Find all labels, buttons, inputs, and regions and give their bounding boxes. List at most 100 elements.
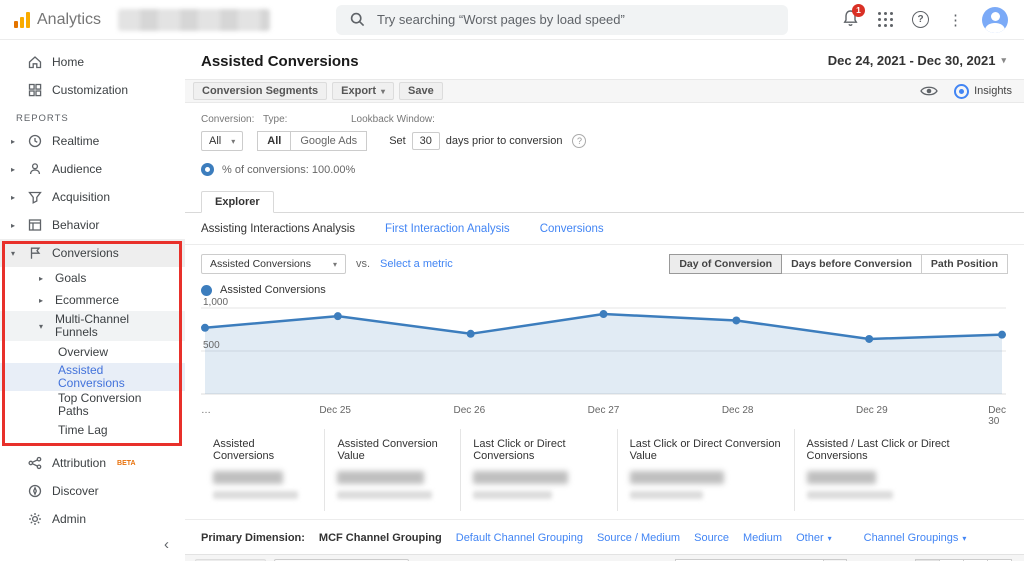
lookback-days-input[interactable]: [411, 132, 440, 150]
chevron-down-icon: ▾: [827, 533, 832, 543]
more-options-button[interactable]: ⋮: [948, 11, 963, 29]
chart-x-axis: … Dec 25 Dec 26 Dec 27 Dec 28 Dec 29 Dec 30: [201, 405, 1006, 427]
dimension-other-dropdown[interactable]: Other ▾: [796, 532, 832, 544]
sidebar-item-audience[interactable]: ▸ Audience: [0, 155, 185, 183]
sidebar-item-acquisition[interactable]: ▸ Acquisition: [0, 183, 185, 211]
y-tick-label: 1,000: [203, 297, 229, 308]
sidebar-item-time-lag[interactable]: Time Lag: [0, 419, 185, 441]
table-toolbar: Plot Rows Secondary dimension ▾ advanced: [185, 554, 1024, 561]
sidebar-item-top-conversion-paths[interactable]: Top Conversion Paths: [0, 391, 185, 419]
tab-conversions[interactable]: Conversions: [540, 223, 604, 235]
left-navigation: Home Customization REPORTS ▸ Realtime ▸ …: [0, 40, 185, 561]
attribution-icon: [27, 455, 43, 471]
metric-dropdown[interactable]: Assisted Conversions ▾: [201, 254, 346, 274]
dimension-mcf-channel-grouping[interactable]: MCF Channel Grouping: [319, 532, 442, 544]
apps-grid-button[interactable]: [878, 12, 893, 27]
redacted-subtext: [473, 491, 553, 499]
chevron-right-icon: ▸: [10, 164, 15, 174]
redacted-value: [806, 471, 877, 484]
sidebar-item-discover[interactable]: Discover: [0, 477, 185, 505]
export-button[interactable]: Export ▾: [332, 82, 394, 100]
lookback-suffix: days prior to conversion: [445, 135, 563, 147]
vs-label: vs.: [355, 258, 371, 270]
tab-assisting-interactions-analysis[interactable]: Assisting Interactions Analysis: [201, 223, 355, 235]
redacted-subtext: [213, 491, 298, 499]
sidebar-collapse-button[interactable]: ‹: [164, 536, 169, 553]
notifications-button[interactable]: 1: [842, 4, 865, 30]
assisted-conversions-line-chart: 1,000 500: [201, 297, 1006, 402]
sidebar-item-goals[interactable]: ▸ Goals: [0, 267, 185, 289]
select-a-metric-link[interactable]: Select a metric: [380, 258, 453, 270]
help-tooltip-icon[interactable]: ?: [572, 134, 587, 148]
x-tick-label: Dec 27: [587, 405, 620, 416]
insights-icon: [954, 83, 970, 99]
conversion-dropdown[interactable]: All ▾: [201, 131, 244, 151]
sidebar-item-realtime[interactable]: ▸ Realtime: [0, 127, 185, 155]
card-last-click-conversion-value: Last Click or Direct Conversion Value: [616, 429, 794, 511]
toggle-days-before-conversion[interactable]: Days before Conversion: [781, 254, 922, 274]
save-button[interactable]: Save: [399, 82, 443, 100]
dimension-source-medium[interactable]: Source / Medium: [597, 532, 680, 544]
toggle-day-of-conversion[interactable]: Day of Conversion: [669, 254, 783, 274]
redacted-subtext: [337, 491, 432, 499]
x-tick-label: Dec 26: [453, 405, 486, 416]
card-assisted-last-click-ratio: Assisted / Last Click or Direct Conversi…: [793, 429, 1024, 511]
sidebar-item-multi-channel-funnels[interactable]: ▾ Multi-Channel Funnels: [0, 311, 185, 341]
behavior-icon: [27, 217, 43, 233]
sidebar-item-admin[interactable]: Admin: [0, 505, 185, 533]
search-icon: [350, 12, 365, 27]
customization-icon: [27, 82, 43, 98]
dimension-medium[interactable]: Medium: [743, 532, 782, 544]
sidebar-item-attribution[interactable]: Attribution BETA: [0, 449, 185, 477]
conversion-filter-label: Conversion:: [201, 114, 255, 125]
legend-dot-icon: [201, 284, 212, 296]
acquisition-icon: [27, 189, 43, 205]
eye-icon: [920, 86, 938, 96]
type-google-ads-button[interactable]: Google Ads: [290, 131, 368, 151]
sidebar-item-behavior[interactable]: ▸ Behavior: [0, 211, 185, 239]
report-filters: Conversion: Type: Lookback Window: All ▾…: [185, 103, 1024, 182]
card-last-click-conversions: Last Click or Direct Conversions: [460, 429, 616, 511]
lookback-window-label: Lookback Window:: [351, 114, 435, 125]
chevron-right-icon: ▸: [38, 273, 43, 283]
search-input[interactable]: [377, 12, 774, 27]
x-tick-label: Dec 29: [855, 405, 888, 416]
set-label: Set: [389, 135, 406, 147]
date-range-picker[interactable]: Dec 24, 2021 - Dec 30, 2021 ▾: [828, 53, 1006, 68]
help-button[interactable]: ?: [912, 11, 929, 28]
redacted-subtext: [629, 491, 703, 499]
visibility-toggle-button[interactable]: [920, 85, 938, 97]
account-selector-redacted[interactable]: [118, 8, 270, 31]
conversion-segments-button[interactable]: Conversion Segments: [193, 82, 328, 100]
dimension-default-channel-grouping[interactable]: Default Channel Grouping: [456, 532, 583, 544]
report-action-bar: Conversion Segments Export ▾ Save Insigh…: [185, 79, 1024, 103]
x-tick-label: Dec 30: [988, 405, 1006, 427]
global-search[interactable]: [336, 4, 788, 35]
sidebar-item-ecommerce[interactable]: ▸ Ecommerce: [0, 289, 185, 311]
analytics-home-link[interactable]: Analytics: [0, 11, 110, 29]
redacted-value: [473, 471, 568, 484]
insights-button[interactable]: Insights: [954, 83, 1012, 99]
summary-cards: Assisted Conversions Assisted Conversion…: [185, 429, 1024, 511]
dimension-source[interactable]: Source: [694, 532, 729, 544]
sidebar-item-customization[interactable]: Customization: [0, 76, 185, 104]
x-tick-label: Dec 25: [319, 405, 351, 416]
tab-first-interaction-analysis[interactable]: First Interaction Analysis: [385, 223, 510, 235]
explorer-tab[interactable]: Explorer: [201, 191, 274, 213]
notification-badge: 1: [852, 4, 865, 17]
chevron-right-icon: ▸: [10, 220, 15, 230]
toggle-path-position[interactable]: Path Position: [920, 254, 1008, 274]
type-all-button[interactable]: All: [257, 131, 292, 151]
user-avatar[interactable]: [982, 6, 1008, 33]
x-tick-label: …: [201, 405, 211, 416]
channel-groupings-dropdown[interactable]: Channel Groupings ▾: [864, 532, 967, 544]
chevron-down-icon: ▾: [332, 259, 337, 269]
gear-icon: [27, 511, 43, 527]
sidebar-item-assisted-conversions[interactable]: Assisted Conversions: [0, 363, 185, 391]
sidebar-item-conversions[interactable]: ▾ Conversions: [0, 239, 185, 267]
redacted-value: [337, 471, 424, 484]
chevron-right-icon: ▸: [10, 136, 15, 146]
line-chart-svg: [201, 307, 1006, 395]
sidebar-item-home[interactable]: Home: [0, 48, 185, 76]
sidebar-item-mcf-overview[interactable]: Overview: [0, 341, 185, 363]
